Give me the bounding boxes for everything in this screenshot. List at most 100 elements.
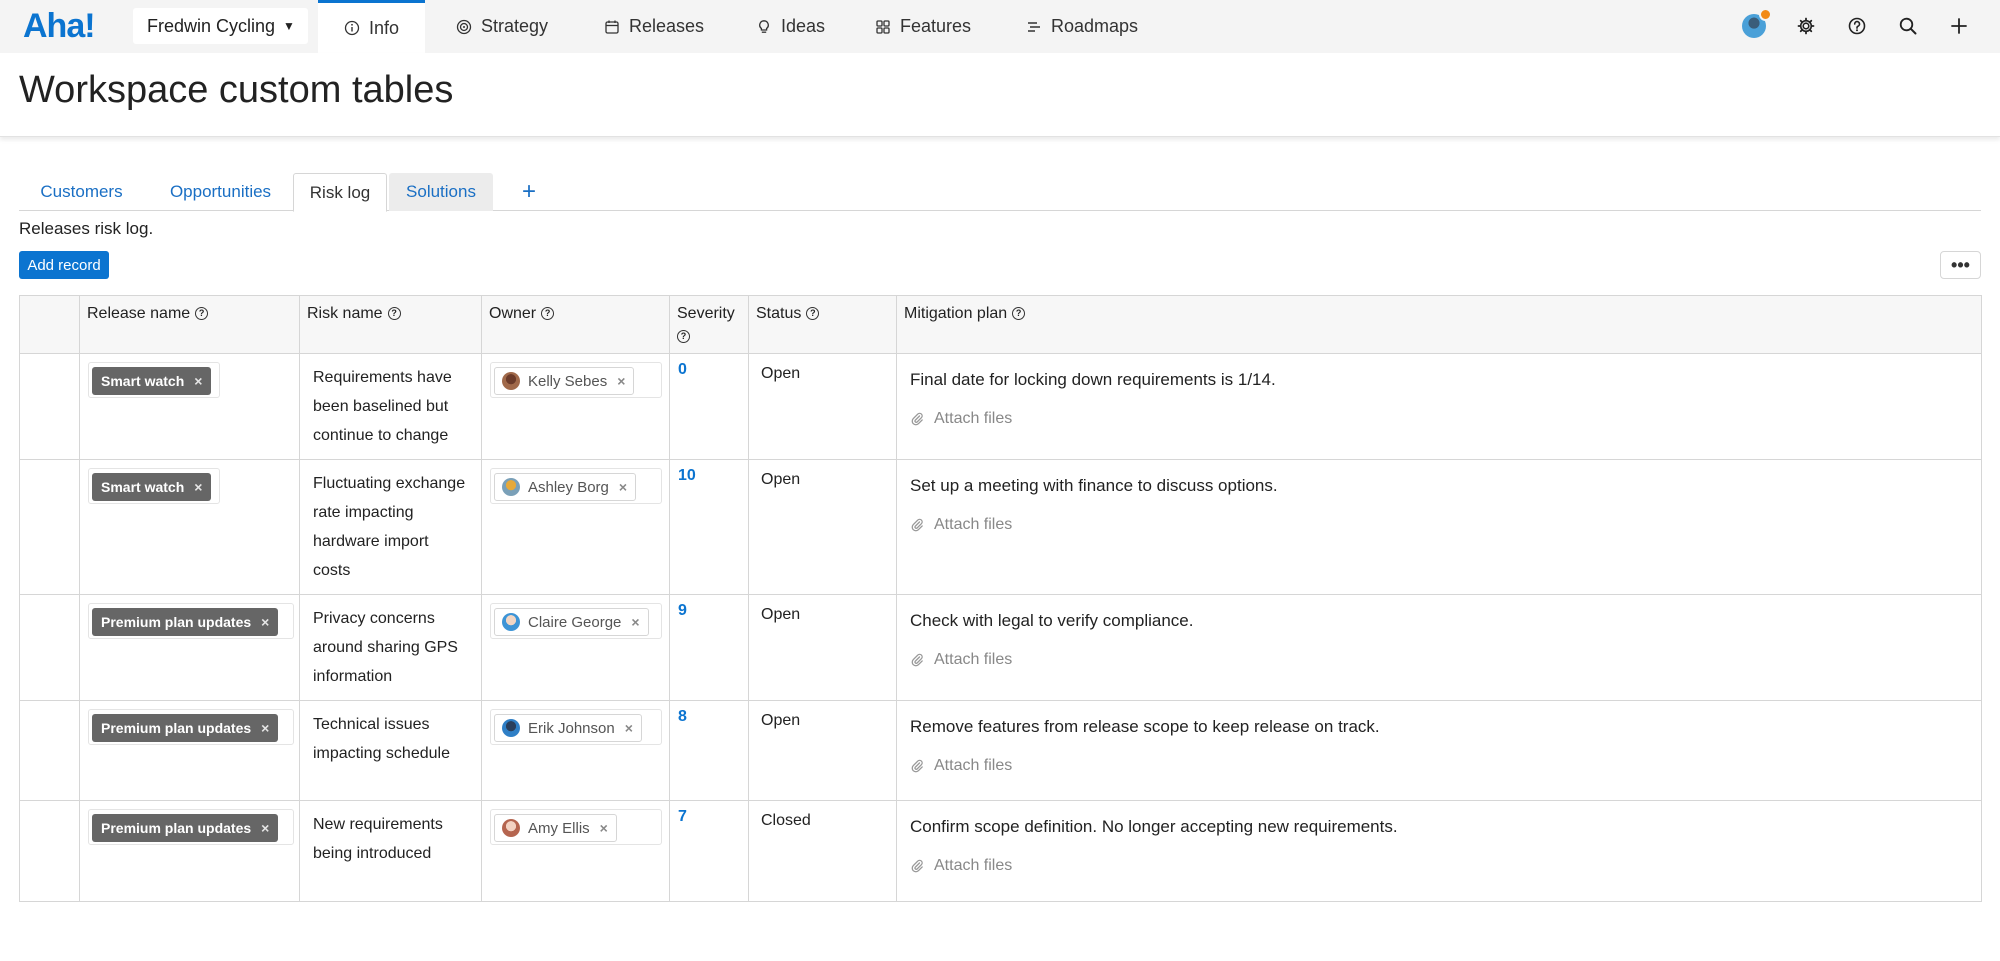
release-name-cell[interactable]: Premium plan updates ×	[80, 801, 300, 901]
release-field[interactable]: Smart watch ×	[88, 468, 220, 504]
risk-name-cell[interactable]: Technical issues impacting schedule	[300, 701, 482, 800]
remove-chip-icon[interactable]: ×	[261, 720, 269, 736]
page-header: Workspace custom tables	[0, 53, 2000, 137]
risk-name-cell[interactable]: Requirements have been baselined but con…	[300, 354, 482, 459]
remove-owner-icon[interactable]: ×	[617, 373, 625, 389]
status-cell[interactable]: Open	[749, 460, 897, 594]
owner-cell[interactable]: Amy Ellis ×	[482, 801, 670, 901]
release-field[interactable]: Smart watch ×	[88, 362, 220, 398]
owner-field[interactable]: Amy Ellis ×	[490, 809, 662, 845]
attach-files-link[interactable]: Attach files	[910, 857, 1012, 875]
more-options-button[interactable]: •••	[1940, 251, 1981, 279]
mitigation-plan-cell[interactable]: Remove features from release scope to ke…	[897, 701, 1981, 800]
mitigation-plan-cell[interactable]: Confirm scope definition. No longer acce…	[897, 801, 1981, 901]
mitigation-plan-cell[interactable]: Final date for locking down requirements…	[897, 354, 1981, 459]
tab-opportunities[interactable]: Opportunities	[150, 173, 291, 211]
status-cell[interactable]: Closed	[749, 801, 897, 901]
remove-owner-icon[interactable]: ×	[625, 720, 633, 736]
release-name-cell[interactable]: Premium plan updates ×	[80, 701, 300, 800]
plus-icon[interactable]	[1947, 14, 1971, 38]
help-icon[interactable]	[1845, 14, 1869, 38]
severity-cell[interactable]: 10	[670, 460, 749, 594]
column-header-severity[interactable]: Severity?	[670, 296, 749, 353]
risk-name-cell[interactable]: Privacy concerns around sharing GPS info…	[300, 595, 482, 700]
owner-cell[interactable]: Kelly Sebes ×	[482, 354, 670, 459]
attach-files-link[interactable]: Attach files	[910, 516, 1012, 534]
column-header-risk-name[interactable]: Risk name?	[300, 296, 482, 353]
release-name-cell[interactable]: Smart watch ×	[80, 460, 300, 594]
user-avatar[interactable]	[1742, 8, 1772, 38]
risk-name-cell[interactable]: Fluctuating exchange rate impacting hard…	[300, 460, 482, 594]
remove-owner-icon[interactable]: ×	[619, 479, 627, 495]
release-field[interactable]: Premium plan updates ×	[88, 603, 294, 639]
help-icon[interactable]: ?	[195, 307, 209, 320]
page-title: Workspace custom tables	[19, 69, 454, 111]
remove-chip-icon[interactable]: ×	[194, 479, 202, 495]
release-name-cell[interactable]: Smart watch ×	[80, 354, 300, 459]
owner-chip: Amy Ellis ×	[494, 814, 617, 842]
help-icon[interactable]: ?	[541, 307, 555, 320]
risk-name-cell[interactable]: New requirements being introduced	[300, 801, 482, 901]
owner-field[interactable]: Kelly Sebes ×	[490, 362, 662, 398]
help-icon[interactable]: ?	[806, 307, 820, 320]
remove-chip-icon[interactable]: ×	[194, 373, 202, 389]
release-field[interactable]: Premium plan updates ×	[88, 809, 294, 845]
owner-avatar	[502, 372, 520, 390]
severity-cell[interactable]: 0	[670, 354, 749, 459]
add-table-button[interactable]: +	[509, 173, 549, 211]
release-name-cell[interactable]: Premium plan updates ×	[80, 595, 300, 700]
nav-tab-strategy[interactable]: Strategy	[430, 0, 574, 53]
tab-customers[interactable]: Customers	[32, 173, 131, 211]
status-cell[interactable]: Open	[749, 595, 897, 700]
add-record-button[interactable]: Add record	[19, 251, 109, 279]
owner-field[interactable]: Ashley Borg ×	[490, 468, 662, 504]
lightbulb-icon	[756, 19, 772, 35]
column-header-owner[interactable]: Owner?	[482, 296, 670, 353]
mitigation-plan-cell[interactable]: Check with legal to verify compliance. A…	[897, 595, 1981, 700]
column-header-status[interactable]: Status?	[749, 296, 897, 353]
tab-solutions[interactable]: Solutions	[389, 173, 493, 211]
owner-cell[interactable]: Ashley Borg ×	[482, 460, 670, 594]
status-cell[interactable]: Open	[749, 701, 897, 800]
owner-field[interactable]: Claire George ×	[490, 603, 662, 639]
owner-field[interactable]: Erik Johnson ×	[490, 709, 662, 745]
owner-cell[interactable]: Erik Johnson ×	[482, 701, 670, 800]
severity-cell[interactable]: 9	[670, 595, 749, 700]
workspace-selector[interactable]: Fredwin Cycling ▼	[133, 8, 308, 44]
row-handle[interactable]	[20, 460, 80, 594]
help-icon[interactable]: ?	[1012, 307, 1026, 320]
severity-cell[interactable]: 8	[670, 701, 749, 800]
severity-cell[interactable]: 7	[670, 801, 749, 901]
column-header-release-name[interactable]: Release name?	[80, 296, 300, 353]
aha-logo[interactable]: Aha!	[23, 7, 96, 46]
column-header-mitigation-plan[interactable]: Mitigation plan?	[897, 296, 1981, 353]
remove-owner-icon[interactable]: ×	[631, 614, 639, 630]
release-field[interactable]: Premium plan updates ×	[88, 709, 294, 745]
status-cell[interactable]: Open	[749, 354, 897, 459]
nav-tab-label: Features	[900, 16, 972, 36]
row-handle[interactable]	[20, 595, 80, 700]
attach-files-link[interactable]: Attach files	[910, 410, 1012, 428]
row-handle[interactable]	[20, 701, 80, 800]
remove-chip-icon[interactable]: ×	[261, 614, 269, 630]
help-icon[interactable]: ?	[677, 330, 690, 343]
remove-chip-icon[interactable]: ×	[261, 820, 269, 836]
tab-risk-log[interactable]: Risk log	[293, 173, 387, 212]
nav-tab-roadmaps[interactable]: Roadmaps	[1000, 0, 1164, 53]
row-handle[interactable]	[20, 354, 80, 459]
nav-tab-releases[interactable]: Releases	[578, 0, 730, 53]
row-handle[interactable]	[20, 801, 80, 901]
nav-tab-ideas[interactable]: Ideas	[730, 0, 851, 53]
nav-tab-info[interactable]: Info	[318, 0, 426, 53]
help-icon[interactable]: ?	[387, 307, 401, 320]
owner-cell[interactable]: Claire George ×	[482, 595, 670, 700]
nav-tab-features[interactable]: Features	[849, 0, 997, 53]
paperclip-icon	[911, 859, 923, 873]
attach-files-link[interactable]: Attach files	[910, 651, 1012, 669]
owner-avatar	[502, 719, 520, 737]
attach-files-link[interactable]: Attach files	[910, 757, 1012, 775]
gear-icon[interactable]	[1794, 14, 1818, 38]
search-icon[interactable]	[1896, 14, 1920, 38]
mitigation-plan-cell[interactable]: Set up a meeting with finance to discuss…	[897, 460, 1981, 594]
remove-owner-icon[interactable]: ×	[600, 820, 608, 836]
